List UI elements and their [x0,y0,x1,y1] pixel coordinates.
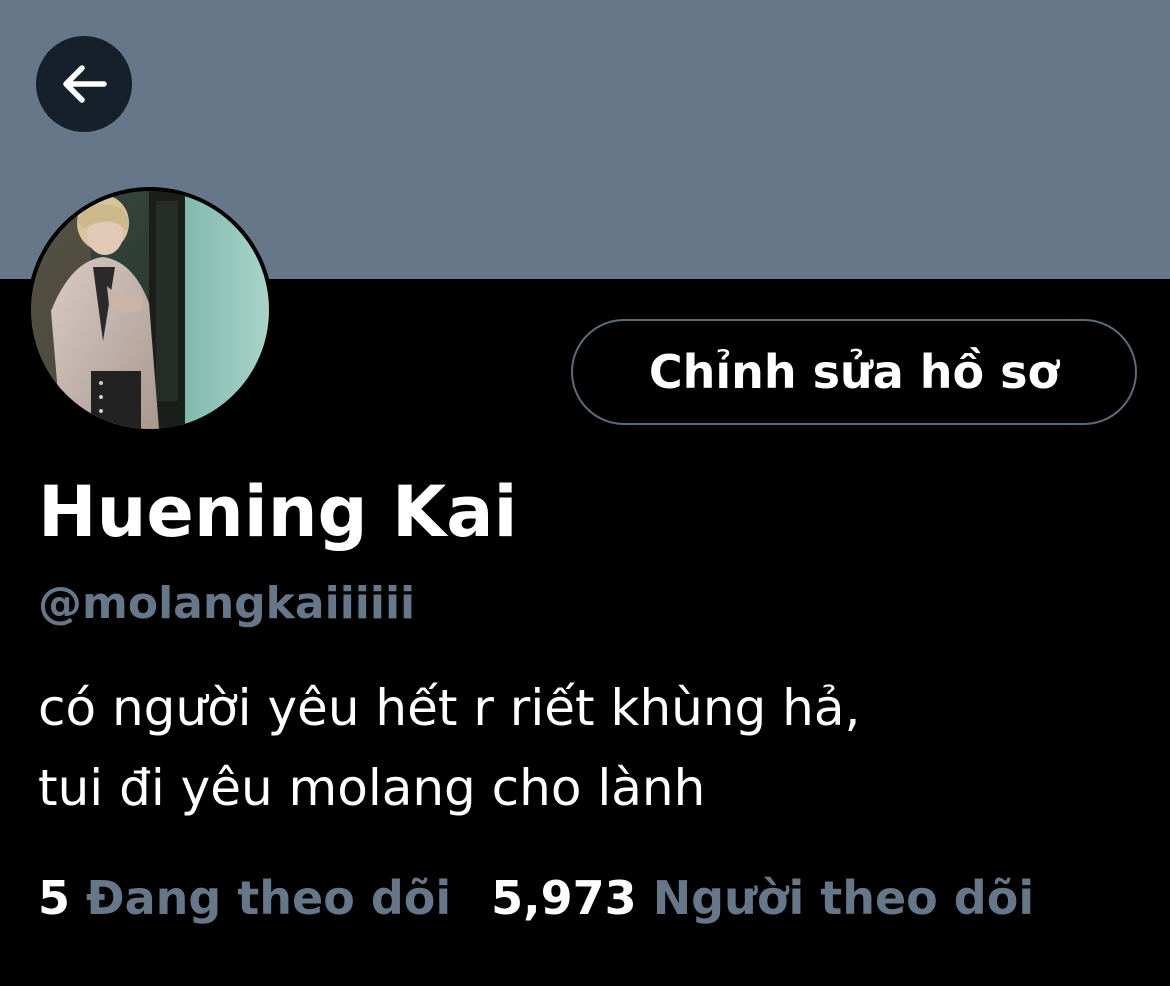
bio-line: có người yêu hết r riết khùng hả, [38,679,861,737]
edit-profile-label: Chỉnh sửa hồ sơ [648,345,1060,399]
avatar-photo [31,191,269,429]
follow-stats: 5 Đang theo dõi 5,973 Người theo dõi [38,866,1034,930]
display-name: Huening Kai [38,471,518,553]
followers-link[interactable]: 5,973 Người theo dõi [491,866,1034,930]
following-label: Đang theo dõi [86,871,452,925]
edit-profile-button[interactable]: Chỉnh sửa hồ sơ [571,319,1137,425]
profile-page: Chỉnh sửa hồ sơ Huening Kai @molangkaiii… [0,0,1170,986]
profile-bio: có người yêu hết r riết khùng hả, tui đi… [38,668,1148,828]
following-count: 5 [38,871,71,925]
bio-line: tui đi yêu molang cho lành [38,759,706,817]
user-handle: @molangkaiiiiii [38,578,416,629]
avatar[interactable] [27,187,273,433]
followers-count: 5,973 [491,871,637,925]
arrow-left-icon [63,65,107,103]
followers-label: Người theo dõi [652,871,1035,925]
back-button[interactable] [36,36,132,132]
following-link[interactable]: 5 Đang theo dõi [38,866,451,930]
